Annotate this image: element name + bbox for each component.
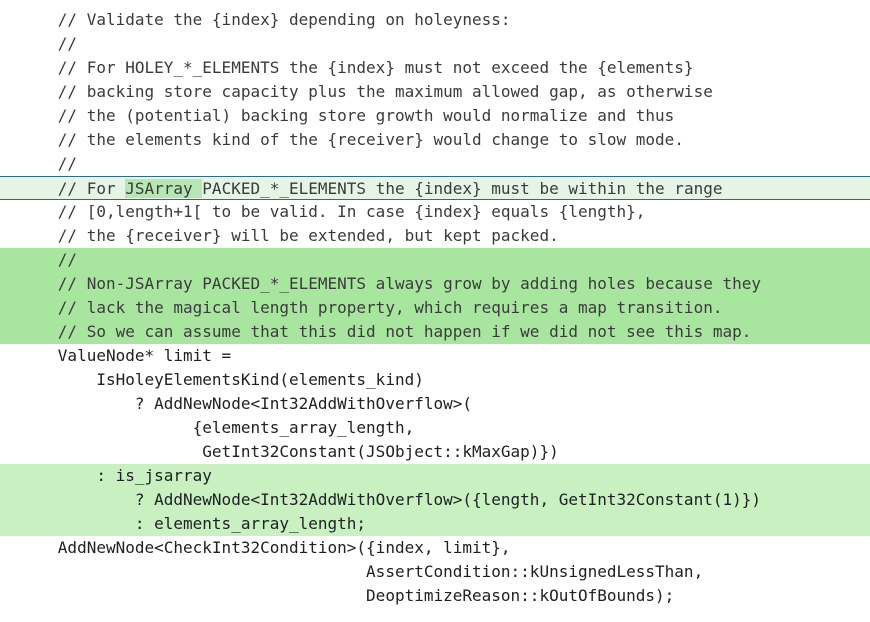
code-line-18: {elements_array_length, xyxy=(0,416,870,440)
code-line-6: // the elements kind of the {receiver} w… xyxy=(0,128,870,152)
code-text: ? AddNewNode<Int32AddWithOverflow>( xyxy=(0,394,473,413)
code-text: {elements_array_length, xyxy=(0,418,415,437)
code-line-20: : is_jsarray xyxy=(0,464,870,488)
code-text: // Validate the {index} depending on hol… xyxy=(0,10,511,29)
code-line-21: ? AddNewNode<Int32AddWithOverflow>({leng… xyxy=(0,488,870,512)
code-text: ? AddNewNode<Int32AddWithOverflow>({leng… xyxy=(0,490,761,509)
code-text-post: PACKED_*_ELEMENTS the {index} must be wi… xyxy=(202,179,723,198)
code-text: // xyxy=(0,250,78,269)
code-line-25: DeoptimizeReason::kOutOfBounds); xyxy=(0,584,870,608)
code-text: // the (potential) backing store growth … xyxy=(0,106,675,125)
code-text: : is_jsarray xyxy=(0,466,212,485)
code-text: // the elements kind of the {receiver} w… xyxy=(0,130,684,149)
code-line-9: // [0,length+1[ to be valid. In case {in… xyxy=(0,200,870,224)
code-line-4: // backing store capacity plus the maxim… xyxy=(0,80,870,104)
code-text: // xyxy=(0,34,78,53)
code-line-3: // For HOLEY_*_ELEMENTS the {index} must… xyxy=(0,56,870,80)
code-line-10: // the {receiver} will be extended, but … xyxy=(0,224,870,248)
code-text: // lack the magical length property, whi… xyxy=(0,298,723,317)
code-text: : elements_array_length; xyxy=(0,514,367,533)
code-text: DeoptimizeReason::kOutOfBounds); xyxy=(0,586,675,605)
code-line-22: : elements_array_length; xyxy=(0,512,870,536)
code-line-7: // xyxy=(0,152,870,176)
code-text: // For HOLEY_*_ELEMENTS the {index} must… xyxy=(0,58,694,77)
code-text-pre: // For xyxy=(0,179,126,198)
code-text: GetInt32Constant(JSObject::kMaxGap)}) xyxy=(0,442,559,461)
code-line-13: // lack the magical length property, whi… xyxy=(0,296,870,320)
code-line-11: // xyxy=(0,248,870,272)
code-text: IsHoleyElementsKind(elements_kind) xyxy=(0,370,424,389)
code-line-8-selected: // For JSArray PACKED_*_ELEMENTS the {in… xyxy=(0,176,870,200)
code-line-24: AssertCondition::kUnsignedLessThan, xyxy=(0,560,870,584)
code-line-15: ValueNode* limit = xyxy=(0,344,870,368)
code-line-12: // Non-JSArray PACKED_*_ELEMENTS always … xyxy=(0,272,870,296)
code-line-17: ? AddNewNode<Int32AddWithOverflow>( xyxy=(0,392,870,416)
code-text: // [0,length+1[ to be valid. In case {in… xyxy=(0,202,646,221)
code-block: // Validate the {index} depending on hol… xyxy=(0,8,870,608)
code-line-23: AddNewNode<CheckInt32Condition>({index, … xyxy=(0,536,870,560)
code-text: // backing store capacity plus the maxim… xyxy=(0,82,713,101)
code-line-5: // the (potential) backing store growth … xyxy=(0,104,870,128)
code-text: // For JSArray PACKED_*_ELEMENTS the {in… xyxy=(0,177,722,201)
code-line-2: // xyxy=(0,32,870,56)
code-text: // So we can assume that this did not ha… xyxy=(0,322,752,341)
code-text: AddNewNode<CheckInt32Condition>({index, … xyxy=(0,538,511,557)
code-line-16: IsHoleyElementsKind(elements_kind) xyxy=(0,368,870,392)
code-text: // the {receiver} will be extended, but … xyxy=(0,226,559,245)
code-line-14: // So we can assume that this did not ha… xyxy=(0,320,870,344)
code-line-19: GetInt32Constant(JSObject::kMaxGap)}) xyxy=(0,440,870,464)
code-text: ValueNode* limit = xyxy=(0,346,232,365)
search-match-jsarray: JSArray xyxy=(125,179,203,198)
code-line-1: // Validate the {index} depending on hol… xyxy=(0,8,870,32)
code-text: AssertCondition::kUnsignedLessThan, xyxy=(0,562,704,581)
code-text: // Non-JSArray PACKED_*_ELEMENTS always … xyxy=(0,274,761,293)
code-text: // xyxy=(0,154,78,173)
